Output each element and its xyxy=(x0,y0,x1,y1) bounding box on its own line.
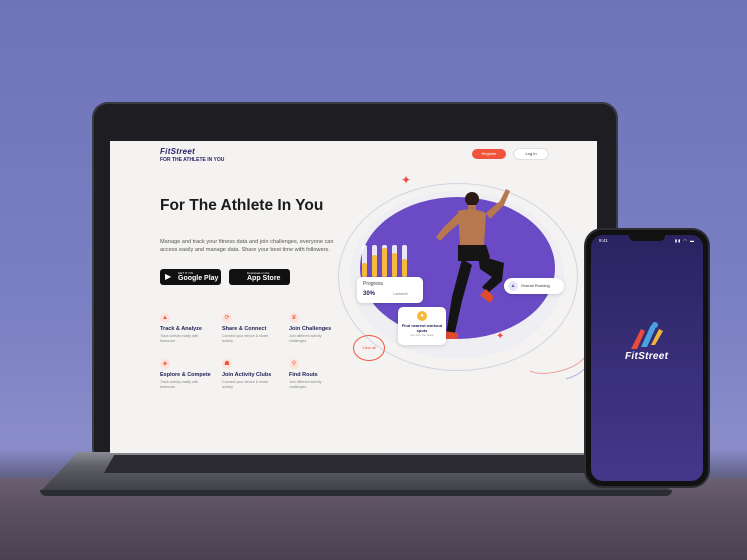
chart-icon: ▲ xyxy=(160,313,170,323)
feature-desc: Join different activity challenges xyxy=(289,334,322,343)
hero-title: For The Athlete In You xyxy=(160,197,324,214)
feature-desc: Track activity easily with teamcore xyxy=(160,380,199,389)
progress-period: Lastweek xyxy=(393,292,408,296)
progress-bar xyxy=(392,253,397,277)
progress-card[interactable]: Progress 30% Lastweek xyxy=(357,277,423,303)
progress-bar xyxy=(362,263,367,277)
google-play-button[interactable]: ▶ GET IT ON Google Play xyxy=(160,269,221,285)
logo-tagline: FOR THE ATHLETE IN YOU xyxy=(160,157,225,163)
progress-bars xyxy=(358,243,416,277)
club-icon: ☗ xyxy=(222,359,232,369)
phone-app-logo: FitStreet xyxy=(625,351,669,362)
site-logo[interactable]: FitStreet FOR THE ATHLETE IN YOU xyxy=(160,147,224,163)
feature-share-connect[interactable]: ⟳ Share & Connect Connect your device & … xyxy=(222,313,284,344)
feature-explore-compete[interactable]: ◈ Explore & Compete Track activity easil… xyxy=(160,359,222,390)
progress-bar xyxy=(402,259,407,277)
workout-spots-title: Find nearest workout spots xyxy=(401,323,443,333)
feature-title: Explore & Compete xyxy=(160,372,211,378)
compass-icon: ◈ xyxy=(160,359,170,369)
running-icon: ▲ xyxy=(508,281,518,291)
login-button[interactable]: Log In xyxy=(514,149,548,159)
view-all-button[interactable]: View all xyxy=(353,335,385,361)
runner-logo-icon xyxy=(631,322,663,349)
feature-join-challenges[interactable]: ♛ Join Challenges Join different activit… xyxy=(289,313,351,344)
progress-bar xyxy=(372,255,377,277)
overall-running-tag[interactable]: ▲ Overall Running xyxy=(504,278,564,294)
pin-icon: ⚲ xyxy=(289,359,299,369)
feature-title: Track & Analyze xyxy=(160,326,202,332)
logo-wordmark: FitStreet xyxy=(160,147,196,156)
overall-running-label: Overall Running xyxy=(521,283,550,288)
feature-title: Find Routs xyxy=(289,372,318,378)
sparkle-icon: ✦ xyxy=(401,173,412,187)
app-store-label: App Store xyxy=(247,275,281,282)
feature-title: Join Challenges xyxy=(289,326,332,332)
feature-title: Join Activity Clubs xyxy=(222,372,272,378)
laptop-screen: FitStreet FOR THE ATHLETE IN YOU Registe… xyxy=(110,141,597,453)
register-button[interactable]: Register xyxy=(472,149,506,159)
workout-spots-sub: Get who you place xyxy=(410,333,434,337)
workout-spots-card[interactable]: ● Find nearest workout spots Get who you… xyxy=(398,307,446,345)
feature-find-routs[interactable]: ⚲ Find Routs Join different activity cha… xyxy=(289,359,351,390)
laptop-keyboard xyxy=(104,455,614,473)
hero-subtitle: Manage and track your fitness data and j… xyxy=(160,239,334,253)
trophy-icon: ♛ xyxy=(289,313,299,323)
feature-desc: Connect your device & share activity xyxy=(222,334,269,343)
phone-time: 9:41 xyxy=(599,238,608,243)
feature-desc: Join different activity challenges xyxy=(289,380,322,389)
feature-desc: Track activity easily with teamcore xyxy=(160,334,199,343)
progress-label: Progress xyxy=(363,281,384,287)
laptop-base-lip xyxy=(40,490,672,496)
play-icon: ▶ xyxy=(165,272,172,281)
sparkle-icon: ✦ xyxy=(496,331,505,342)
phone-notch xyxy=(629,235,665,241)
google-play-label: Google Play xyxy=(178,275,219,282)
progress-value: 30% xyxy=(363,291,376,297)
feature-track-analyze[interactable]: ▲ Track & Analyze Track activity easily … xyxy=(160,313,222,344)
feature-desc: Connect your device & share activity xyxy=(222,380,269,389)
app-store-button[interactable]: Download on the App Store xyxy=(229,269,290,285)
feature-activity-clubs[interactable]: ☗ Join Activity Clubs Connect your devic… xyxy=(222,359,284,390)
feature-title: Share & Connect xyxy=(222,326,267,332)
share-icon: ⟳ xyxy=(222,313,232,323)
phone-status-icons: ▮▮ ◠ ▬ xyxy=(674,238,695,243)
location-pin-icon: ● xyxy=(417,311,427,321)
phone-screen: 9:41 ▮▮ ◠ ▬ FitStreet xyxy=(591,235,703,481)
progress-bar xyxy=(382,248,387,277)
